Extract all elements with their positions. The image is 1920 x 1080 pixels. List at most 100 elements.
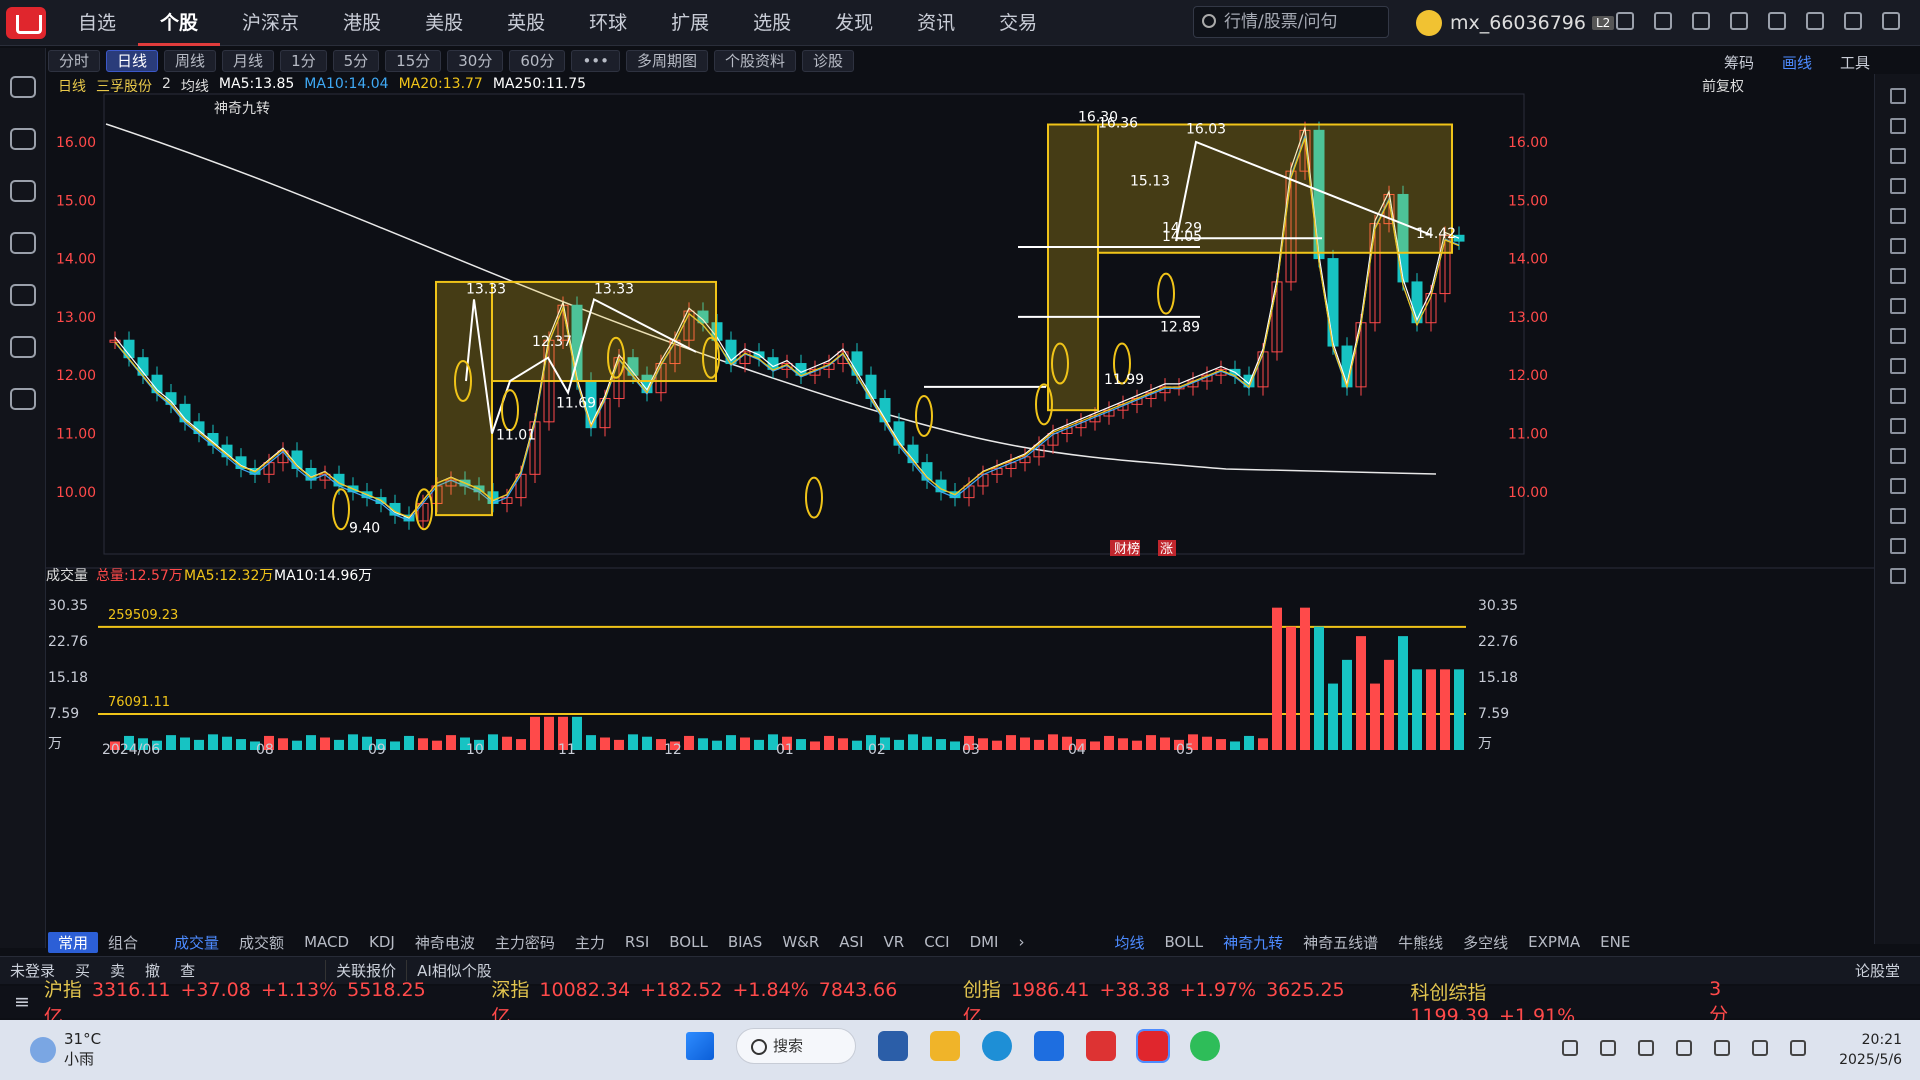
overlay-tab[interactable]: ENE [1590,933,1640,951]
app-logo-icon[interactable] [6,6,46,39]
clock[interactable]: 20:21 2025/5/6 [1839,1030,1902,1070]
link-icon[interactable] [9,336,36,358]
indicator-tab[interactable]: 主力密码 [485,932,565,953]
indicator-tab[interactable]: KDJ [359,933,405,951]
line-tool-icon[interactable] [1889,118,1906,134]
fib-tool-icon[interactable] [1889,358,1906,374]
nav-item[interactable]: 扩展 [649,0,731,46]
period-button[interactable]: 多周期图 [625,50,708,72]
nav-item[interactable]: 环球 [567,0,649,46]
help-icon[interactable] [1889,568,1906,584]
nav-item[interactable]: 港股 [321,0,403,46]
eye-icon[interactable] [1889,478,1906,494]
nav-item[interactable]: 选股 [731,0,813,46]
close-icon[interactable] [1882,12,1900,30]
minimize-icon[interactable] [1806,12,1824,30]
ime-icon[interactable] [1638,1040,1654,1056]
notepad-app-icon[interactable] [878,1031,908,1061]
rectangle-tool-icon[interactable] [1889,268,1906,284]
highlight-ellipse[interactable] [915,395,933,438]
period-button[interactable]: 5分 [332,50,380,72]
period-button[interactable]: 个股资料 [714,50,797,72]
bell-icon[interactable] [1730,12,1748,30]
indicator-tab[interactable]: CCI [914,933,959,951]
monitor-icon[interactable] [9,128,36,150]
indicator-tab[interactable]: 神奇电波 [405,932,485,953]
wifi-icon[interactable] [1714,1040,1730,1056]
ray-tool-icon[interactable] [1889,208,1906,224]
document-icon[interactable] [9,180,36,202]
menu-icon[interactable]: ≡ [14,991,30,1013]
stock-chart[interactable]: 16.00 16.00 15.00 15.00 14.00 14.00 13.00 13.00… [46,74,1874,944]
l-app-icon[interactable] [1034,1031,1064,1061]
period-button[interactable]: 1分 [280,50,327,72]
bot-icon[interactable] [9,76,36,98]
nav-item[interactable]: 英股 [485,0,567,46]
tools-button[interactable]: 工具 [1840,52,1870,73]
mail-icon[interactable] [1692,12,1710,30]
weather-widget[interactable]: 31°C 小雨 [30,1030,101,1069]
overlay-tab[interactable]: 均线 [1104,932,1154,953]
tag-finance[interactable]: 财榜 [1114,541,1140,557]
restore-icon[interactable] [1844,12,1862,30]
period-button[interactable]: 分时 [48,50,101,72]
diamond-icon[interactable] [9,388,36,410]
highlight-ellipse[interactable] [501,389,519,432]
layout-tab[interactable]: 组合 [98,932,148,953]
chat-icon[interactable] [9,284,36,306]
overlay-tab[interactable]: 神奇九转 [1213,932,1293,953]
period-button[interactable]: 月线 [222,50,275,72]
user-info[interactable]: mx_66036796 L2 [1416,10,1615,36]
avatar[interactable] [1416,10,1442,36]
indicator-tab[interactable]: 主力 [565,932,615,953]
highlight-ellipse[interactable] [1157,272,1175,315]
edge-app-icon[interactable] [982,1031,1012,1061]
box-rally-1[interactable] [435,280,493,517]
period-button[interactable]: 15分 [385,50,442,72]
pin-icon[interactable] [1889,88,1906,104]
copy-icon[interactable] [1889,418,1906,434]
highlight-ellipse[interactable] [805,476,823,519]
trash-icon[interactable] [1889,508,1906,524]
window-icon[interactable] [1616,12,1634,30]
chevron-right-icon[interactable]: › [1008,933,1034,951]
indicator-tab[interactable]: W&R [772,933,829,951]
ellipse-tool-icon[interactable] [1889,298,1906,314]
period-button[interactable]: 周线 [164,50,217,72]
overlay-tab[interactable]: 神奇五线谱 [1293,932,1388,953]
period-button[interactable]: 30分 [447,50,504,72]
sogou-icon[interactable] [1676,1040,1692,1056]
channel-tool-icon[interactable] [1889,238,1906,254]
overlay-tab[interactable]: 多空线 [1453,932,1518,953]
windows-start-icon[interactable] [686,1032,714,1060]
polyline-tool-icon[interactable] [1889,178,1906,194]
tag-up[interactable]: 涨 [1160,542,1173,557]
nav-item[interactable]: 美股 [403,0,485,46]
period-button[interactable]: 诊股 [802,50,855,72]
arrow-tool-icon[interactable] [1889,328,1906,344]
indicator-tab[interactable]: MACD [294,933,359,951]
adjust-label[interactable]: 前复权 [1702,76,1744,96]
indicator-tab[interactable]: VR [874,933,915,951]
compass-icon[interactable] [9,232,36,254]
indicator-tab[interactable]: RSI [615,933,659,951]
period-button[interactable]: 60分 [509,50,566,72]
wps-app-icon[interactable] [1086,1031,1116,1061]
nav-item[interactable]: 个股 [138,0,221,46]
segment-tool-icon[interactable] [1889,148,1906,164]
period-button[interactable]: ••• [571,50,620,72]
layout-tab[interactable]: 常用 [48,931,99,953]
nav-item[interactable]: 交易 [977,0,1059,46]
nav-item[interactable]: 沪深京 [220,0,321,46]
highlight-ellipse[interactable] [332,488,350,531]
box-rally-2[interactable] [1047,123,1099,412]
overlay-tab[interactable]: BOLL [1155,933,1214,951]
menu-icon[interactable] [1768,12,1786,30]
indicator-tab[interactable]: BIAS [718,933,773,951]
magnet-icon[interactable] [1889,388,1906,404]
shirt-icon[interactable] [1654,12,1672,30]
taskbar-search[interactable]: 搜索 [736,1028,856,1064]
indicator-tab[interactable]: BOLL [659,933,718,951]
pen-icon[interactable] [1889,448,1906,464]
volume-icon[interactable] [1752,1040,1768,1056]
